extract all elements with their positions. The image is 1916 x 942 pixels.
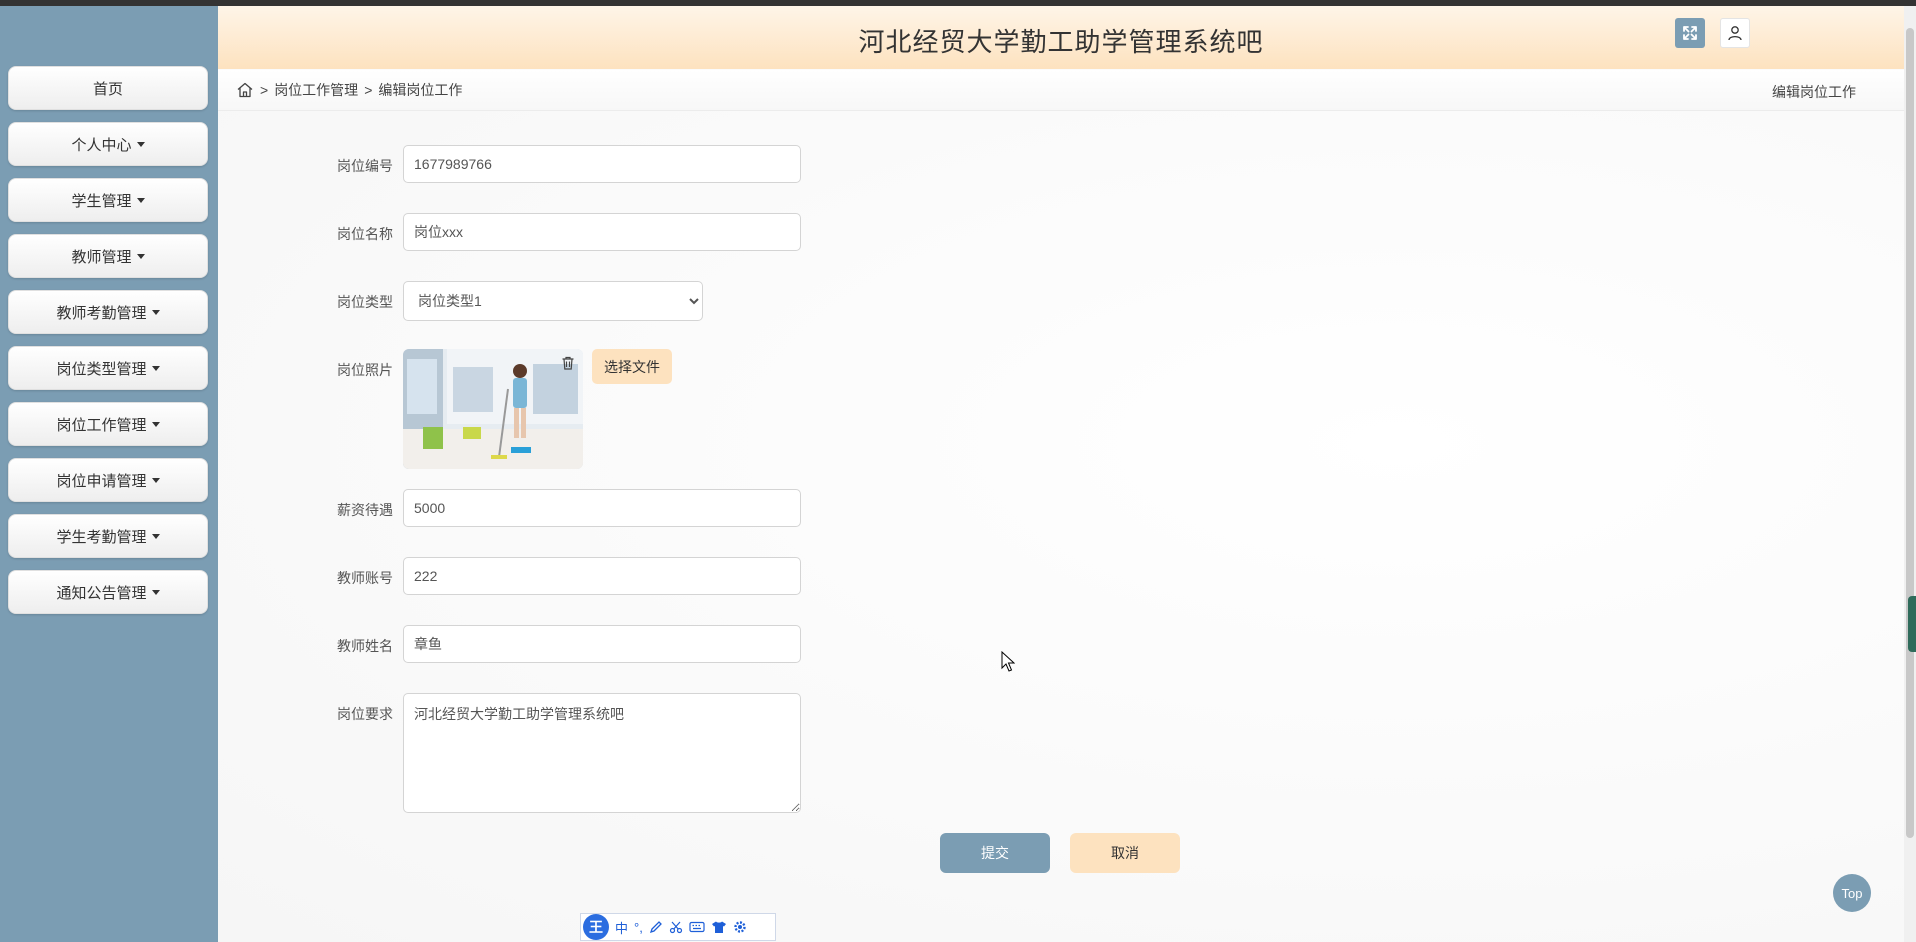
keyboard-icon[interactable]: [689, 920, 705, 934]
ime-logo[interactable]: 王: [583, 914, 609, 940]
caret-down-icon: [151, 365, 160, 371]
breadcrumb-current: 编辑岗位工作: [378, 82, 463, 98]
user-button[interactable]: [1720, 18, 1750, 48]
sidebar-item-label: 首页: [92, 80, 123, 98]
sidebar-item-job-type-management[interactable]: 岗位类型管理: [8, 346, 208, 390]
job-name-input[interactable]: [403, 213, 801, 251]
sidebar-item-job-work-management[interactable]: 岗位工作管理: [8, 402, 208, 446]
sidebar-item-label: 教师管理: [71, 248, 132, 266]
label-job-type: 岗位类型: [337, 294, 393, 310]
scissors-icon[interactable]: [669, 920, 683, 934]
job-requirement-textarea[interactable]: 河北经贸大学勤工助学管理系统吧: [403, 693, 801, 813]
sidebar-item-label: 教师考勤管理: [56, 304, 147, 322]
job-type-select[interactable]: 岗位类型1: [403, 281, 703, 321]
sidebar-item-job-application-management[interactable]: 岗位申请管理: [8, 458, 208, 502]
caret-down-icon: [151, 589, 160, 595]
cancel-button[interactable]: 取消: [1070, 833, 1180, 873]
gear-icon[interactable]: [733, 920, 747, 934]
fullscreen-button[interactable]: [1675, 18, 1705, 48]
side-floating-tab[interactable]: [1908, 596, 1916, 652]
breadcrumb-job-work-management[interactable]: 岗位工作管理: [274, 80, 358, 100]
ime-mode-toggle[interactable]: 中: [615, 918, 628, 937]
header: 河北经贸大学勤工助学管理系统吧: [218, 6, 1904, 69]
job-photo-thumbnail: [403, 349, 583, 469]
caret-down-icon: [151, 421, 160, 427]
sidebar-item-notice-management[interactable]: 通知公告管理: [8, 570, 208, 614]
page-scrollbar[interactable]: [1904, 6, 1916, 942]
sidebar-item-label: 通知公告管理: [56, 584, 147, 602]
teacher-name-input[interactable]: [403, 625, 801, 663]
submit-button[interactable]: 提交: [940, 833, 1050, 873]
back-to-top-button[interactable]: Top: [1833, 874, 1871, 912]
sidebar-item-label: 岗位申请管理: [56, 472, 147, 490]
teacher-account-input[interactable]: [403, 557, 801, 595]
caret-down-icon: [136, 253, 145, 259]
pen-icon[interactable]: [649, 920, 663, 934]
sidebar-item-label: 学生管理: [71, 192, 132, 210]
breadcrumb-separator: >: [260, 82, 269, 98]
caret-down-icon: [136, 197, 145, 203]
sidebar-item-home[interactable]: 首页: [8, 66, 208, 110]
sidebar-item-teacher-management[interactable]: 教师管理: [8, 234, 208, 278]
caret-down-icon: [151, 477, 160, 483]
job-photo-image: [403, 349, 583, 469]
label-salary: 薪资待遇: [337, 502, 393, 518]
sidebar-item-personal-center[interactable]: 个人中心: [8, 122, 208, 166]
delete-photo-button[interactable]: [557, 352, 579, 374]
breadcrumb: > 岗位工作管理 > 编辑岗位工作 编辑岗位工作: [218, 70, 1904, 111]
app-title: 河北经贸大学勤工助学管理系统吧: [858, 27, 1264, 57]
sidebar-item-student-management[interactable]: 学生管理: [8, 178, 208, 222]
label-job-requirement: 岗位要求: [337, 706, 393, 722]
sidebar-item-teacher-attendance[interactable]: 教师考勤管理: [8, 290, 208, 334]
sidebar: 首页 个人中心 学生管理 教师管理 教师考勤管理 岗位类型管理 岗位工作管理 岗…: [0, 6, 218, 942]
trash-icon: [562, 356, 574, 370]
sidebar-item-student-attendance[interactable]: 学生考勤管理: [8, 514, 208, 558]
salary-input[interactable]: [403, 489, 801, 527]
sidebar-item-label: 岗位类型管理: [56, 360, 147, 378]
scrollbar-thumb[interactable]: [1906, 28, 1914, 838]
choose-file-button[interactable]: 选择文件: [592, 349, 672, 384]
label-job-photo: 岗位照片: [337, 362, 393, 378]
page-title: 编辑岗位工作: [1772, 84, 1856, 100]
label-teacher-account: 教师账号: [337, 570, 393, 586]
sidebar-item-label: 学生考勤管理: [56, 528, 147, 546]
ime-punctuation-toggle[interactable]: °,: [634, 920, 643, 935]
caret-down-icon: [151, 533, 160, 539]
expand-icon: [1683, 26, 1697, 40]
ime-toolbar: 王 中 °,: [580, 913, 776, 941]
home-icon[interactable]: [236, 81, 254, 99]
label-job-name: 岗位名称: [337, 226, 393, 242]
user-icon: [1728, 26, 1742, 41]
skin-icon[interactable]: [711, 920, 727, 934]
sidebar-item-label: 岗位工作管理: [56, 416, 147, 434]
sidebar-item-label: 个人中心: [71, 136, 132, 154]
label-job-code: 岗位编号: [337, 158, 393, 174]
job-code-input[interactable]: [403, 145, 801, 183]
label-teacher-name: 教师姓名: [337, 638, 393, 654]
mouse-cursor-icon: [1001, 651, 1015, 672]
breadcrumb-separator: >: [364, 82, 373, 98]
caret-down-icon: [136, 141, 145, 147]
caret-down-icon: [151, 309, 160, 315]
